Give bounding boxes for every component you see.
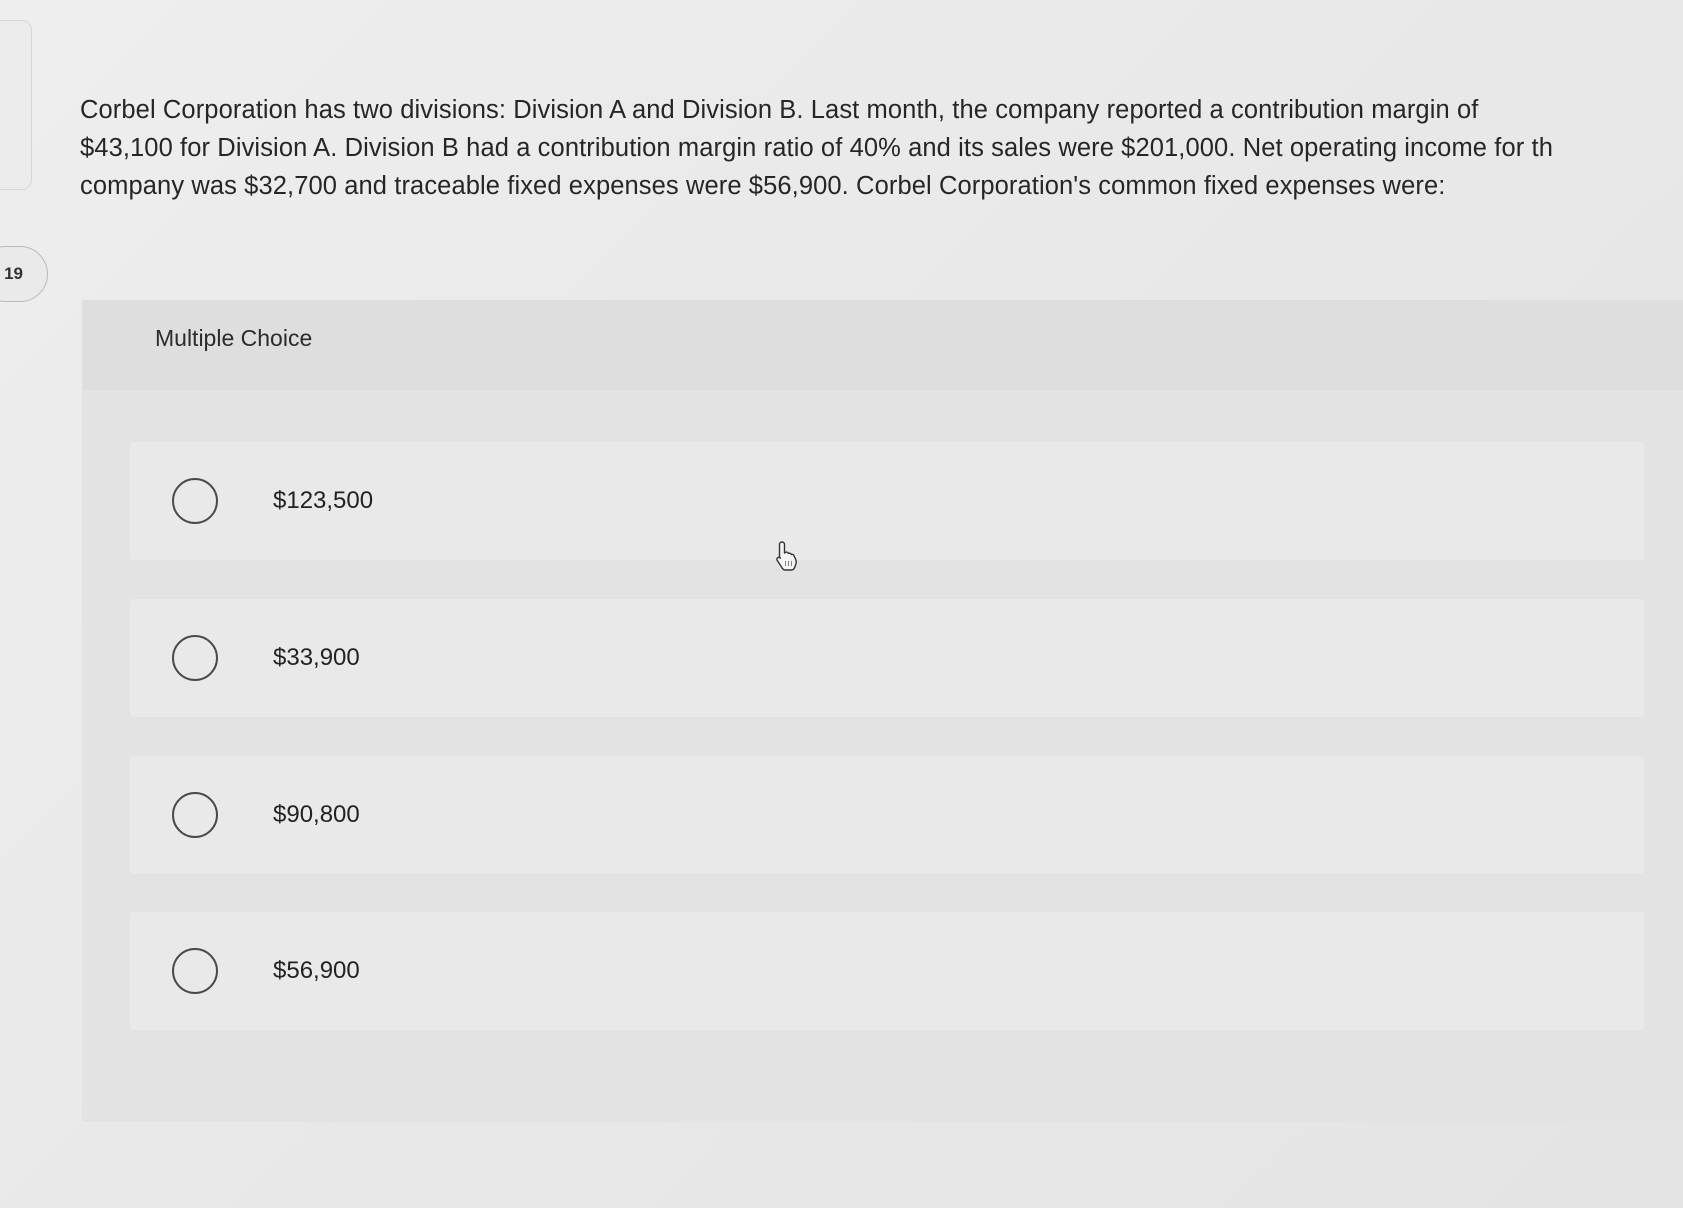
question-number: 19 bbox=[4, 264, 23, 283]
question-line: company was $32,700 and traceable fixed … bbox=[80, 172, 1446, 200]
answer-option[interactable]: $123,500 bbox=[130, 442, 1644, 560]
answer-option[interactable]: $56,900 bbox=[130, 912, 1644, 1030]
multiple-choice-header bbox=[82, 300, 1683, 390]
answer-option-label[interactable]: $33,900 bbox=[273, 644, 360, 672]
question-text: Corbel Corporation has two divisions: Di… bbox=[80, 91, 1680, 205]
question-line: Corbel Corporation has two divisions: Di… bbox=[80, 96, 1479, 124]
radio-unselected-icon[interactable] bbox=[172, 478, 218, 524]
answer-option-label[interactable]: $123,500 bbox=[273, 487, 373, 515]
question-line: $43,100 for Division A. Division B had a… bbox=[80, 134, 1553, 162]
radio-unselected-icon[interactable] bbox=[172, 635, 218, 681]
answer-option[interactable]: $33,900 bbox=[130, 599, 1644, 717]
left-side-panel bbox=[0, 20, 32, 190]
answer-option-label[interactable]: $90,800 bbox=[273, 801, 360, 829]
answer-option[interactable]: $90,800 bbox=[130, 756, 1644, 874]
hand-pointer-icon bbox=[776, 541, 797, 571]
radio-unselected-icon[interactable] bbox=[172, 792, 218, 838]
multiple-choice-label: Multiple Choice bbox=[155, 325, 313, 351]
radio-unselected-icon[interactable] bbox=[172, 948, 218, 994]
answer-option-label[interactable]: $56,900 bbox=[273, 957, 360, 985]
